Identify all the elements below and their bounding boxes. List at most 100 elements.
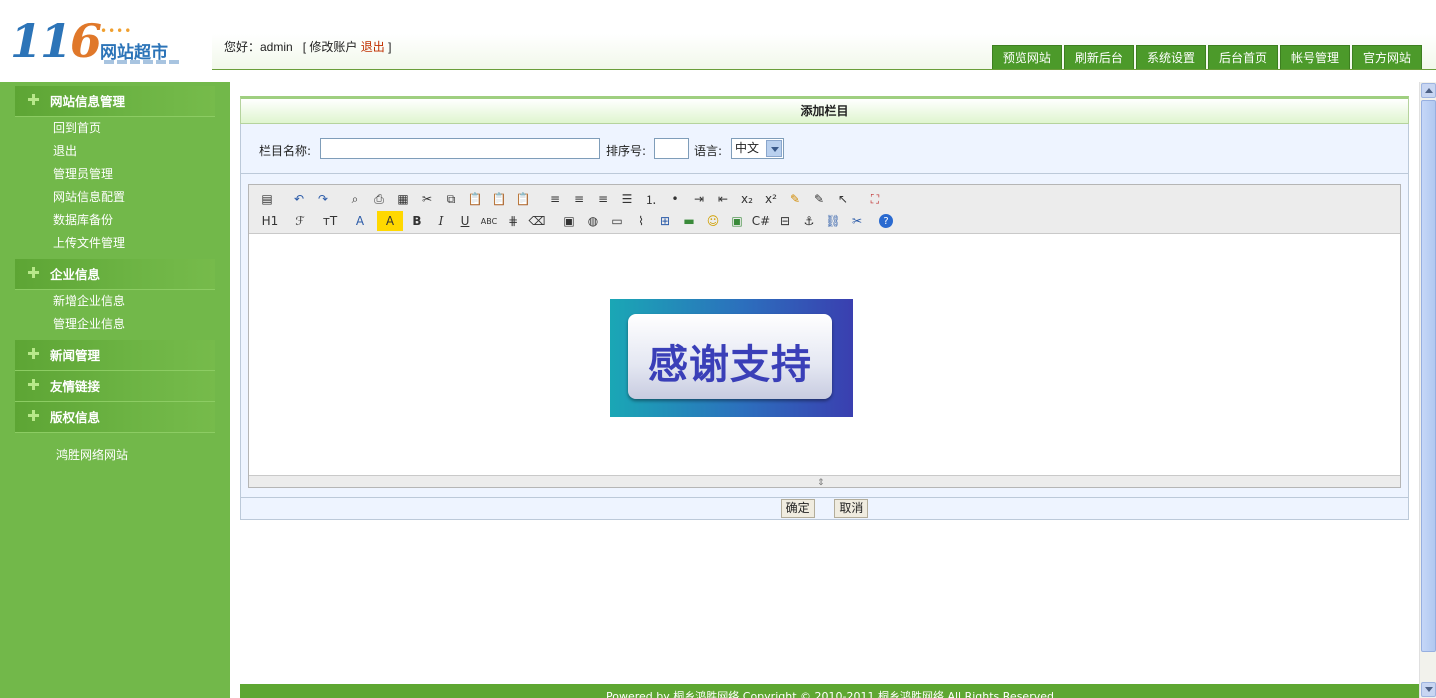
modify-account-link[interactable]: 修改账户 xyxy=(309,40,357,54)
column-name-label: 栏目名称: xyxy=(259,144,312,158)
clear-format-icon[interactable]: ✎ xyxy=(785,189,805,209)
unordered-list-icon[interactable]: • xyxy=(665,189,685,209)
table-icon[interactable]: ⊞ xyxy=(655,211,675,231)
logo-underline xyxy=(104,60,180,64)
emoticon-icon[interactable]: ☺ xyxy=(703,211,723,231)
cut-icon[interactable]: ✂ xyxy=(417,189,437,209)
ordered-list-icon[interactable]: ⒈ xyxy=(641,189,661,209)
align-right-icon[interactable]: ≡ xyxy=(593,189,613,209)
undo-icon[interactable]: ↶ xyxy=(289,189,309,209)
outdent-icon[interactable]: ⇤ xyxy=(713,189,733,209)
nav-preview-site[interactable]: 预览网站 xyxy=(991,45,1062,69)
sidebar-item-manage-company[interactable]: 管理企业信息 xyxy=(0,313,230,336)
font-family-dropdown[interactable]: ℱ xyxy=(287,211,313,231)
preview-icon[interactable]: ⌕ xyxy=(345,189,365,209)
align-justify-icon[interactable]: ☰ xyxy=(617,189,637,209)
resize-handle-icon[interactable]: ⇕ xyxy=(817,478,825,488)
template-icon[interactable]: ▦ xyxy=(393,189,413,209)
logout-link[interactable]: 退出 xyxy=(361,40,385,54)
code-icon[interactable]: C# xyxy=(751,211,771,231)
nav-refresh-admin[interactable]: 刷新后台 xyxy=(1063,45,1134,69)
eraser-icon[interactable]: ⌫ xyxy=(527,211,547,231)
print-icon[interactable]: ⎙ xyxy=(369,189,389,209)
thanks-image-button: 感谢支持 xyxy=(628,314,832,399)
superscript-icon[interactable]: x² xyxy=(761,189,781,209)
action-row: 确定 取消 xyxy=(240,498,1409,520)
attachment-icon[interactable]: ⌇ xyxy=(631,211,651,231)
align-center-icon[interactable]: ≡ xyxy=(569,189,589,209)
indent-icon[interactable]: ⇥ xyxy=(689,189,709,209)
form-row: 栏目名称: 排序号: 语言: 中文 xyxy=(240,124,1409,174)
scroll-down-icon[interactable] xyxy=(1421,682,1436,697)
sidebar-item-upload-manage[interactable]: 上传文件管理 xyxy=(0,232,230,255)
sidebar-section-news[interactable]: 新闻管理 xyxy=(15,340,215,371)
link-icon[interactable]: ⛓ xyxy=(823,211,843,231)
cursor-icon[interactable]: ↖ xyxy=(833,189,853,209)
flash-icon[interactable]: ◍ xyxy=(583,211,603,231)
vertical-scrollbar[interactable] xyxy=(1419,82,1436,698)
page-break-icon[interactable]: ⊟ xyxy=(775,211,795,231)
sidebar-section-links[interactable]: 友情链接 xyxy=(15,371,215,402)
editor-resize-bar[interactable]: ⇕ xyxy=(249,475,1400,488)
media-icon[interactable]: ▭ xyxy=(607,211,627,231)
sidebar-section-copyright[interactable]: 版权信息 xyxy=(15,402,215,433)
fullscreen-icon[interactable]: ⛶ xyxy=(865,189,885,209)
copy-icon[interactable]: ⧉ xyxy=(441,189,461,209)
sidebar-section-site-info[interactable]: 网站信息管理 xyxy=(15,86,215,117)
sidebar-item-site-config[interactable]: 网站信息配置 xyxy=(0,186,230,209)
editor-content-area[interactable]: 感谢支持 xyxy=(249,234,1400,475)
top-nav: 预览网站 刷新后台 系统设置 后台首页 帐号管理 官方网站 xyxy=(991,45,1422,69)
align-left-icon[interactable]: ≡ xyxy=(545,189,565,209)
anchor-icon[interactable]: ⚓ xyxy=(799,211,819,231)
cancel-button[interactable]: 取消 xyxy=(834,499,869,518)
section-title: 企业信息 xyxy=(50,267,101,282)
sidebar-item-db-backup[interactable]: 数据库备份 xyxy=(0,209,230,232)
insert-image-icon[interactable]: ▣ xyxy=(727,211,747,231)
redo-icon[interactable]: ↷ xyxy=(313,189,333,209)
nav-account-manage[interactable]: 帐号管理 xyxy=(1279,45,1350,69)
heading-dropdown[interactable]: H1 xyxy=(257,211,283,231)
order-label: 排序号: xyxy=(606,144,647,158)
sidebar-item-admin-manage[interactable]: 管理员管理 xyxy=(0,163,230,186)
font-size-dropdown[interactable]: ᴛT xyxy=(317,211,343,231)
hr-icon[interactable]: ▬ xyxy=(679,211,699,231)
logo-dots: •••• xyxy=(100,24,133,38)
bold-button[interactable]: B xyxy=(407,211,427,231)
paste-icon[interactable]: 📋 xyxy=(465,189,485,209)
nav-official-site[interactable]: 官方网站 xyxy=(1351,45,1422,69)
footer-text: Powered by 桐乡鸿胜网络 Copyright © 2010-2011 … xyxy=(606,690,1054,698)
source-icon[interactable]: ▤ xyxy=(257,189,277,209)
logo[interactable]: 116 •••• 网站超市 xyxy=(8,16,208,72)
language-select[interactable]: 中文 xyxy=(731,138,784,159)
sidebar-section-company[interactable]: 企业信息 xyxy=(15,259,215,290)
underline-button[interactable]: U xyxy=(455,211,475,231)
sidebar-item-home[interactable]: 回到首页 xyxy=(0,117,230,140)
section-title: 新闻管理 xyxy=(50,348,101,363)
subscript-icon[interactable]: x₂ xyxy=(737,189,757,209)
highlight-color-dropdown[interactable]: A xyxy=(377,211,403,231)
order-input[interactable] xyxy=(654,138,689,159)
nav-system-settings[interactable]: 系统设置 xyxy=(1135,45,1206,69)
plus-icon xyxy=(28,348,39,359)
select-all-icon[interactable]: ✎ xyxy=(809,189,829,209)
toolbar-row-2: H1 ℱ ᴛT A A B I U ABC ⋕ ⌫ ▣ ◍ ▭ ⌇ ⊞ ▬ ☺ … xyxy=(257,210,1400,232)
line-height-icon[interactable]: ⋕ xyxy=(503,211,523,231)
sidebar-footer-link[interactable]: 鸿胜网络网站 xyxy=(0,445,230,465)
unlink-icon[interactable]: ✂ xyxy=(847,211,867,231)
sidebar-item-logout[interactable]: 退出 xyxy=(0,140,230,163)
help-icon[interactable]: ? xyxy=(879,214,893,228)
paste-word-icon[interactable]: 📋 xyxy=(513,189,533,209)
scroll-thumb[interactable] xyxy=(1421,100,1436,652)
paste-text-icon[interactable]: 📋 xyxy=(489,189,509,209)
image-icon[interactable]: ▣ xyxy=(559,211,579,231)
thanks-image: 感谢支持 xyxy=(610,299,853,417)
nav-admin-home[interactable]: 后台首页 xyxy=(1207,45,1278,69)
scroll-up-icon[interactable] xyxy=(1421,83,1436,98)
strikethrough-button[interactable]: ABC xyxy=(479,211,499,231)
greeting-text: 您好：admin xyxy=(224,40,293,54)
italic-button[interactable]: I xyxy=(431,211,451,231)
column-name-input[interactable] xyxy=(320,138,600,159)
font-color-dropdown[interactable]: A xyxy=(347,211,373,231)
sidebar-item-add-company[interactable]: 新增企业信息 xyxy=(0,290,230,313)
confirm-button[interactable]: 确定 xyxy=(780,499,815,518)
